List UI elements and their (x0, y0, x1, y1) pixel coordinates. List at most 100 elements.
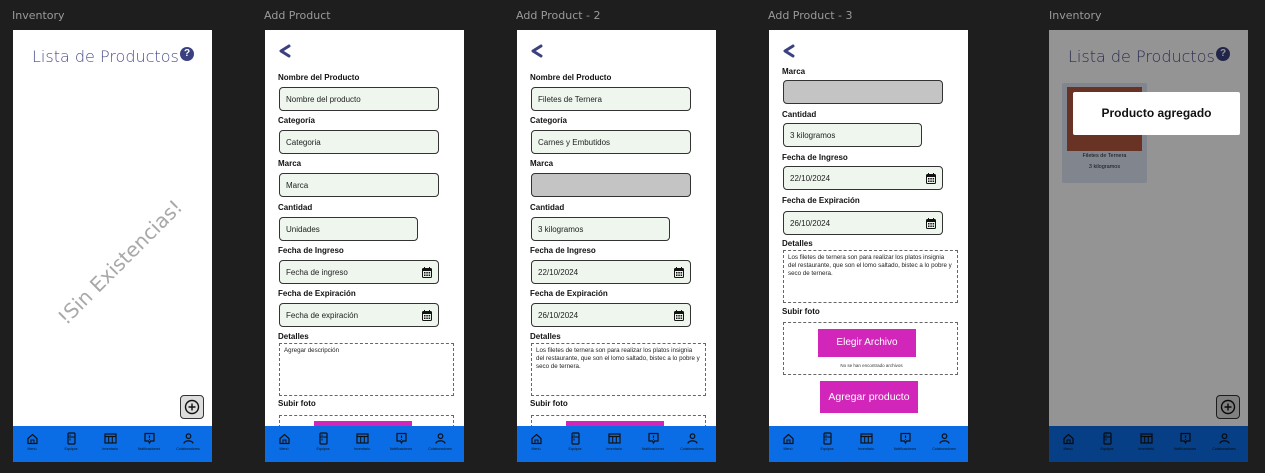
nav-label: Notificaciones (389, 447, 413, 451)
inventory-toast-screen: Lista de Productos ? Filetes de Ternera … (1049, 30, 1248, 462)
photo-upload-area[interactable]: Elegir Archivo No se han encontrado arch… (783, 322, 958, 375)
detalles-textarea[interactable]: Agregar descripción (279, 343, 454, 396)
nav-item-notificaciones[interactable]: Notificaciones (635, 432, 671, 451)
label-nombre: Nombre del Producto (530, 73, 612, 82)
nav-item-inventario[interactable]: Inventario (344, 432, 380, 451)
nav-item-inventario[interactable]: Inventario (848, 432, 884, 451)
nav-label: Colaboradores (176, 447, 200, 451)
nav-label: Inventario (858, 447, 874, 451)
nav-label: Equipos (64, 447, 78, 451)
ingreso-value: Fecha de ingreso (286, 268, 348, 277)
page-title: Lista de Productos (32, 47, 179, 66)
back-chevron-icon[interactable] (530, 44, 544, 58)
back-chevron-icon[interactable] (782, 44, 796, 58)
label-foto: Subir foto (530, 399, 568, 408)
nav-item-notificaciones[interactable]: Notificaciones (131, 432, 167, 451)
fridge-icon (66, 432, 76, 445)
no-file-text: No se han encontrado archivos (840, 363, 903, 368)
label-expiracion: Fecha de Expiración (530, 289, 608, 298)
nav-item-menu[interactable]: Menú (770, 432, 806, 451)
categoria-field[interactable]: Categoria (279, 130, 439, 154)
choose-file-button[interactable]: Elegir Archivo (818, 329, 916, 357)
calendar-icon[interactable] (926, 218, 936, 229)
inventory-screen: Lista de Productos ? !Sin Existencias! M… (13, 30, 212, 462)
add-product-submit-button[interactable]: Agregar producto (820, 381, 918, 413)
nav-item-colaboradores[interactable]: Colaboradores (170, 432, 206, 451)
nav-label: Inventario (354, 447, 370, 451)
inventory-icon (859, 433, 873, 444)
nav-label: Equipos (316, 447, 330, 451)
expiracion-value: 26/10/2024 (790, 219, 831, 228)
help-icon[interactable]: ? (180, 47, 194, 61)
cantidad-field[interactable]: 3 kilogramos (783, 123, 922, 147)
detalles-textarea[interactable]: Los filetes de ternera son para realizar… (531, 343, 706, 396)
nav-item-notificaciones[interactable]: Notificaciones (887, 432, 923, 451)
nav-item-equipos[interactable]: Equipos (557, 432, 593, 451)
ingreso-field[interactable]: 22/10/2024 (783, 166, 943, 190)
label-detalles: Detalles (530, 332, 561, 341)
label-cantidad: Cantidad (278, 203, 313, 212)
users-icon (434, 433, 446, 444)
label-foto: Subir foto (278, 399, 316, 408)
add-product-button[interactable] (180, 395, 204, 419)
nav-item-equipos[interactable]: Equipos (53, 432, 89, 451)
nombre-field[interactable]: Filetes de Ternera (531, 87, 691, 111)
bottom-nav: Menú Equipos Inventario Notificaciones Colab… (517, 426, 716, 462)
nav-item-inventario[interactable]: Inventario (596, 432, 632, 451)
cantidad-field[interactable]: Unidades (279, 217, 418, 241)
nav-item-notificaciones[interactable]: Notificaciones (383, 432, 419, 451)
success-toast: Producto agregado (1073, 92, 1240, 135)
cantidad-field[interactable]: 3 kilogramos (531, 217, 670, 241)
add-product-3-screen: Marca Cantidad 3 kilogramos Fecha de Ing… (769, 30, 968, 462)
calendar-icon[interactable] (674, 310, 684, 321)
back-chevron-icon[interactable] (278, 44, 292, 58)
calendar-icon[interactable] (422, 310, 432, 321)
label-ingreso: Fecha de Ingreso (782, 153, 848, 162)
expiracion-field[interactable]: 26/10/2024 (783, 211, 943, 235)
notification-icon (395, 432, 407, 445)
home-icon (782, 433, 794, 445)
label-categoria: Categoría (530, 116, 567, 125)
nav-item-colaboradores[interactable]: Colaboradores (674, 432, 710, 451)
bottom-nav: Menú Equipos Inventario Notificaciones Colab… (13, 426, 212, 462)
notification-icon (647, 432, 659, 445)
notification-icon (143, 432, 155, 445)
expiracion-value: 26/10/2024 (538, 311, 579, 320)
nav-label: Notificaciones (641, 447, 665, 451)
label-detalles: Detalles (782, 239, 813, 248)
categoria-field[interactable]: Carnes y Embutidos (531, 130, 691, 154)
marca-field[interactable] (531, 173, 691, 197)
nav-item-equipos[interactable]: Equipos (809, 432, 845, 451)
ingreso-field[interactable]: 22/10/2024 (531, 260, 691, 284)
frame-label-add-product-3: Add Product - 3 (768, 9, 853, 22)
calendar-icon[interactable] (674, 267, 684, 278)
nav-item-colaboradores[interactable]: Colaboradores (422, 432, 458, 451)
nav-item-menu[interactable]: Menú (14, 432, 50, 451)
detalles-textarea[interactable]: Los filetes de ternera son para realizar… (783, 250, 958, 303)
frame-label-inventory-2: Inventory (1049, 9, 1102, 22)
nombre-field[interactable]: Nombre del producto (279, 87, 439, 111)
calendar-icon[interactable] (926, 173, 936, 184)
ingreso-value: 22/10/2024 (790, 174, 831, 183)
nav-label: Inventario (606, 447, 622, 451)
home-icon (278, 433, 290, 445)
expiracion-field[interactable]: 26/10/2024 (531, 303, 691, 327)
nav-item-menu[interactable]: Menú (266, 432, 302, 451)
frame-label-add-product: Add Product (264, 9, 331, 22)
inventory-icon (607, 433, 621, 444)
nav-label: Menú (783, 447, 793, 451)
ingreso-field[interactable]: Fecha de ingreso (279, 260, 439, 284)
inventory-icon (103, 433, 117, 444)
nav-item-equipos[interactable]: Equipos (305, 432, 341, 451)
nav-item-colaboradores[interactable]: Colaboradores (926, 432, 962, 451)
home-icon (530, 433, 542, 445)
expiracion-field[interactable]: Fecha de expiración (279, 303, 439, 327)
nav-item-menu[interactable]: Menú (518, 432, 554, 451)
marca-field[interactable] (783, 80, 943, 104)
calendar-icon[interactable] (422, 267, 432, 278)
label-marca: Marca (782, 67, 806, 76)
label-marca: Marca (530, 159, 554, 168)
marca-field[interactable]: Marca (279, 173, 439, 197)
nav-item-inventario[interactable]: Inventario (92, 432, 128, 451)
add-product-screen: Nombre del Producto Nombre del producto … (265, 30, 464, 462)
